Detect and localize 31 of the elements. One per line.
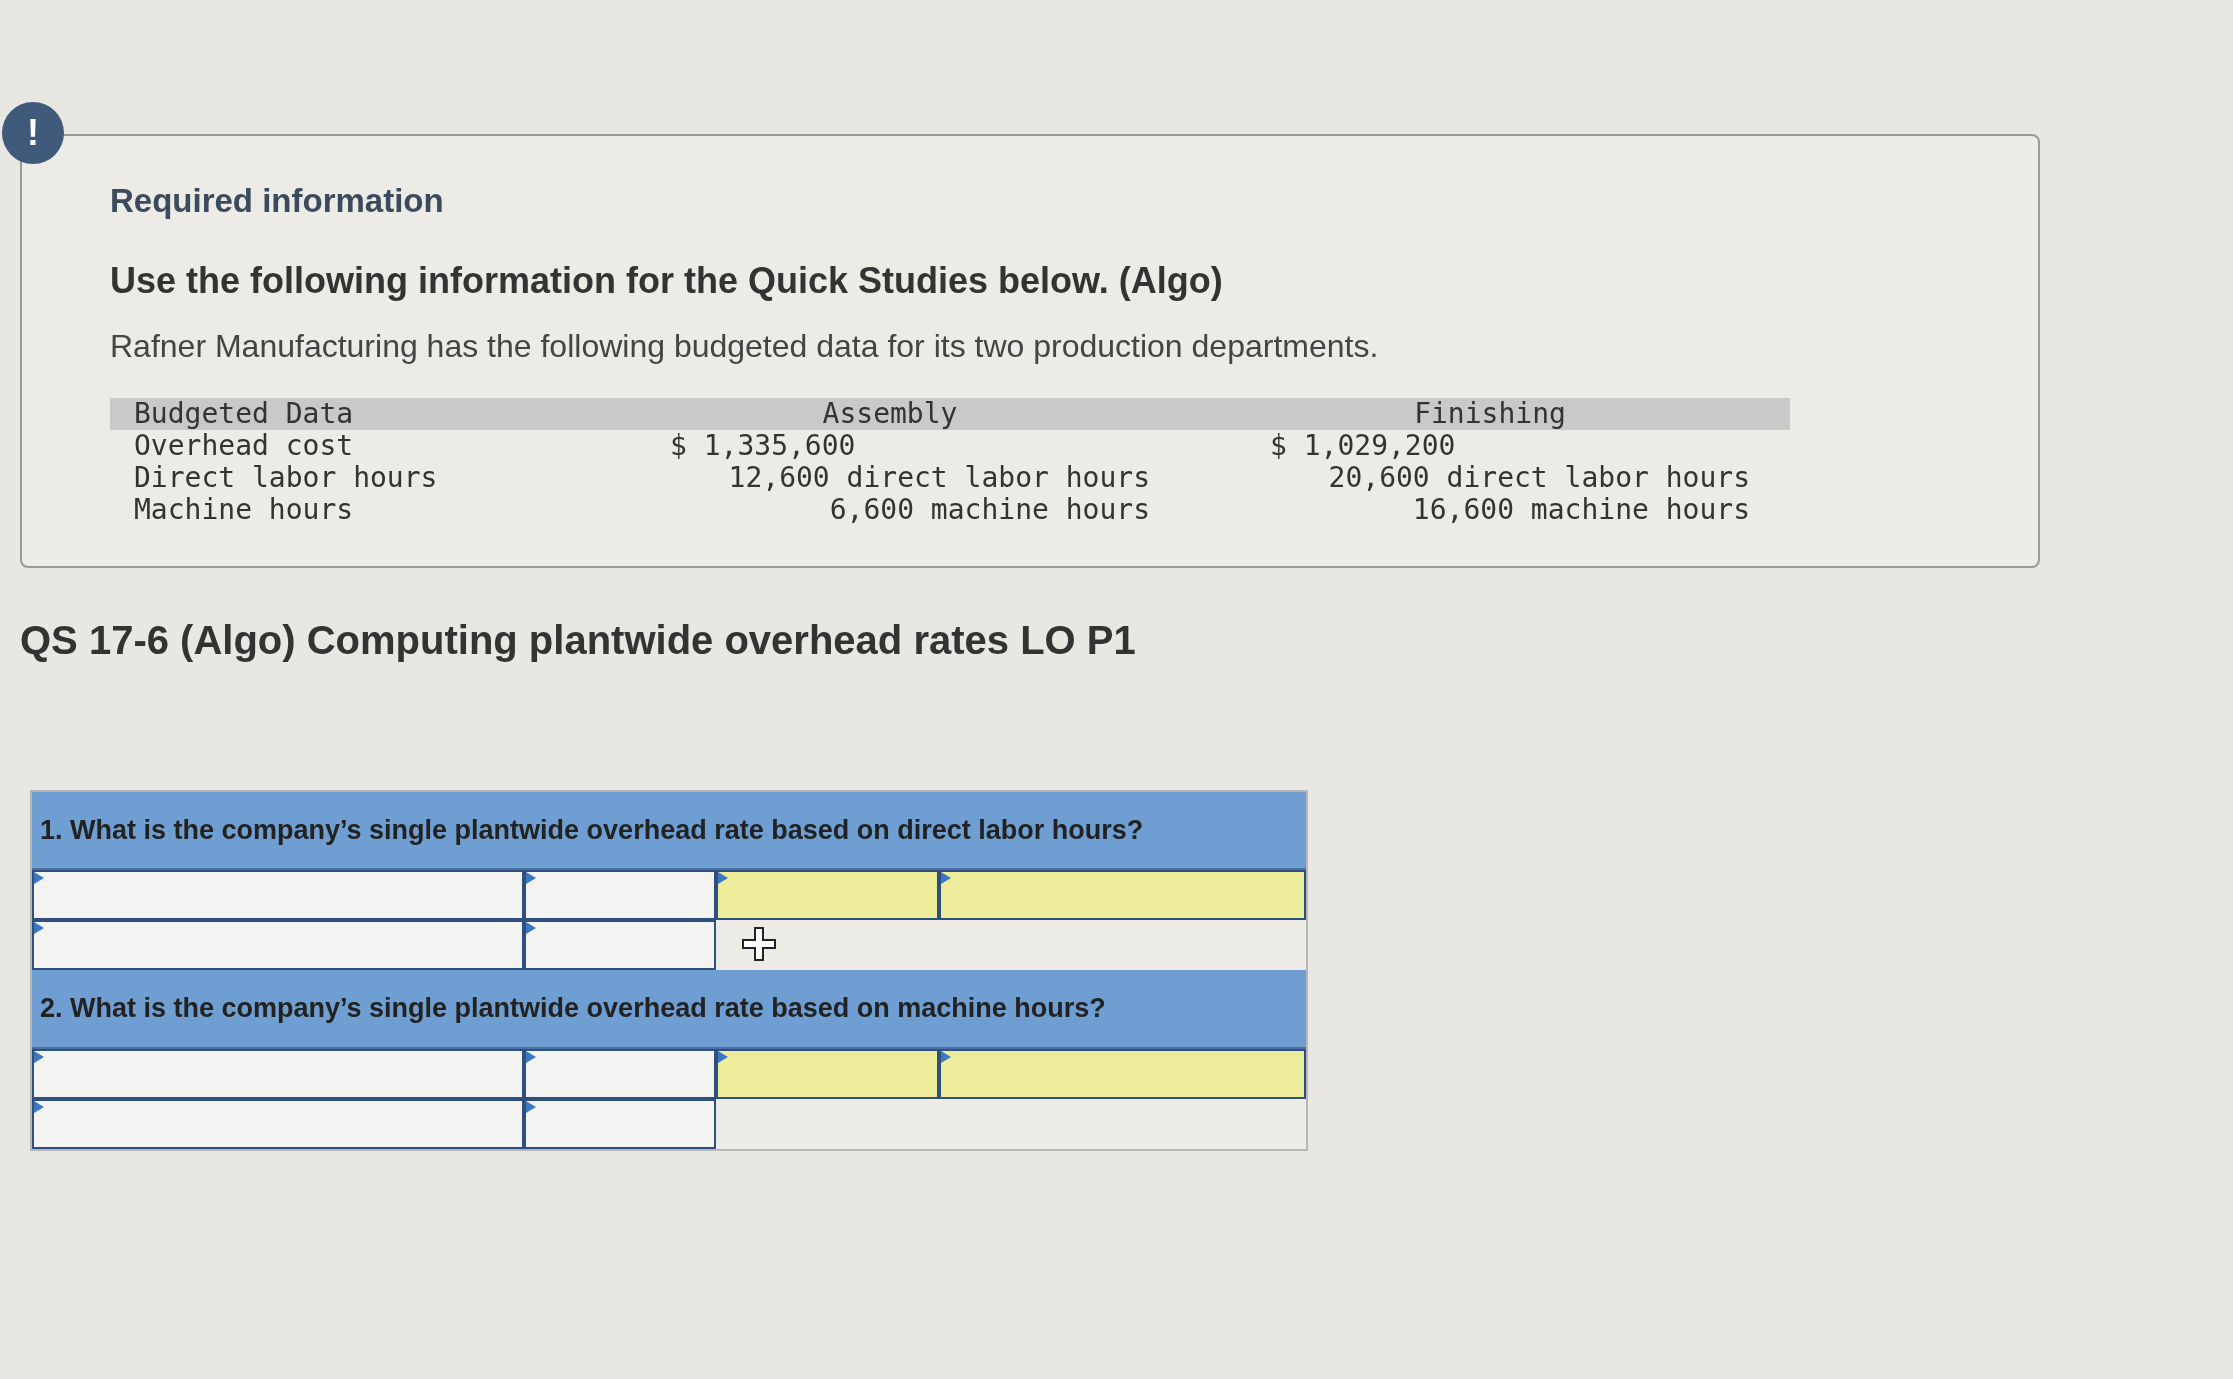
input-field[interactable] — [524, 1048, 716, 1099]
table-cell-text: 6,600 machine hours — [828, 493, 1151, 526]
row-label: Direct labor hours — [133, 461, 439, 494]
row-label: Overhead cost — [133, 429, 355, 462]
intro-text: Rafner Manufacturing has the following budgeted data for its two production departments. — [110, 326, 1380, 366]
input-field[interactable] — [32, 1048, 524, 1099]
table-cell-text: $ 1,335,600 — [669, 429, 856, 462]
table-cell-text: 20,600 direct labor hours — [1327, 461, 1751, 494]
answer-field[interactable] — [939, 1048, 1306, 1099]
column-header: Assembly — [590, 397, 1190, 430]
exercise-title: QS 17-6 (Algo) Computing plantwide overhead rates LO P1 — [20, 616, 1137, 664]
table-cell-text: $ 1,029,200 — [1269, 429, 1456, 462]
input-field[interactable] — [32, 920, 524, 970]
question-text: 2. What is the company’s single plantwide overhead rate based on machine hours? — [32, 970, 1306, 1049]
input-field[interactable] — [524, 1098, 716, 1149]
row-label: Machine hours — [133, 493, 355, 526]
input-field[interactable] — [524, 870, 716, 920]
answer-field[interactable] — [716, 870, 939, 920]
question-text: 1. What is the company’s single plantwide overhead rate based on direct labor hours? — [32, 791, 1306, 870]
table-cell-text: 12,600 direct labor hours — [727, 461, 1151, 494]
table-cell-text: 16,600 machine hours — [1411, 493, 1751, 526]
input-field[interactable] — [32, 870, 524, 920]
input-field[interactable] — [524, 920, 716, 970]
column-header: Finishing — [1190, 397, 1790, 430]
answer-field[interactable] — [939, 870, 1306, 920]
input-field[interactable] — [32, 1098, 524, 1149]
column-header: Budgeted Data — [110, 397, 590, 430]
section-title: Required information — [110, 181, 445, 221]
answer-field[interactable] — [716, 1048, 939, 1099]
alert-icon: ! — [2, 102, 64, 164]
section-heading: Use the following information for the Quick Studies below. (Algo) — [110, 258, 1224, 303]
